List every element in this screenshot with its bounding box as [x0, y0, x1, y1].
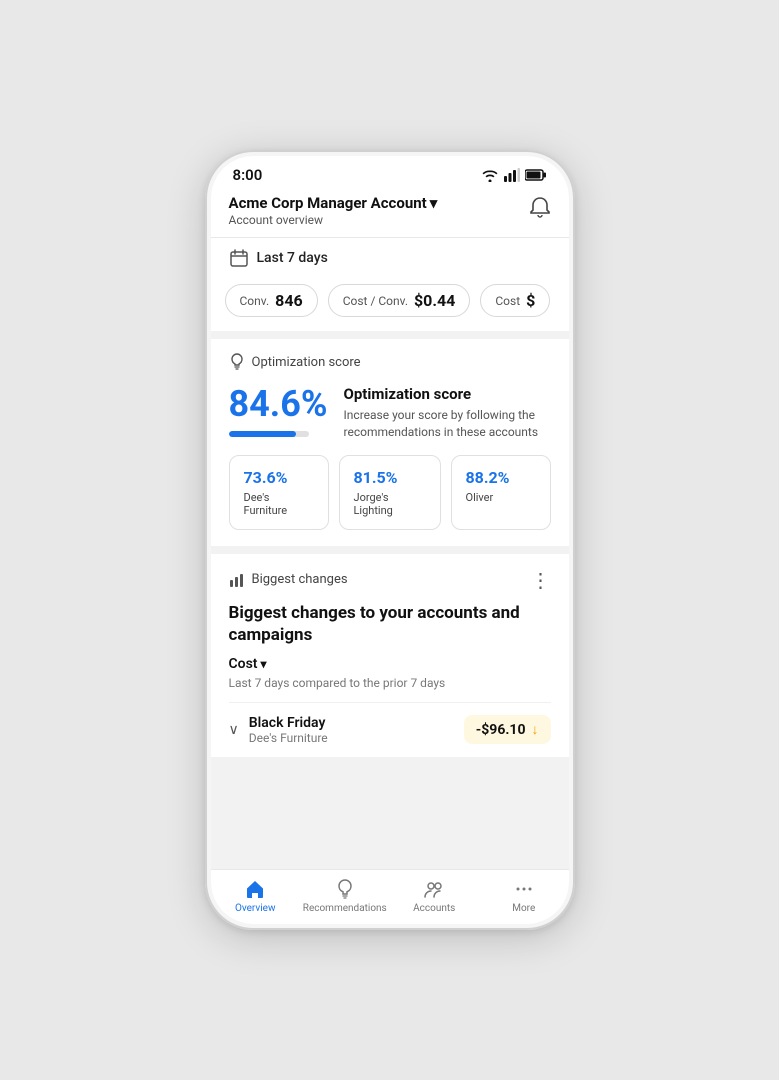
sub-account-card-1[interactable]: 81.5% Jorge's Lighting — [339, 455, 441, 530]
metric-label-cost: Cost — [495, 294, 520, 308]
phone-frame: 8:00 — [205, 150, 575, 930]
main-scroll-content[interactable]: Last 7 days Conv. 846 Cost / Conv. $0.44… — [211, 238, 569, 869]
campaign-name-0: Black Friday — [249, 715, 328, 731]
metric-value-cost: $ — [526, 291, 535, 310]
opt-right-content: Optimization score Increase your score b… — [344, 385, 551, 441]
changes-header-left: Biggest changes — [229, 572, 348, 588]
signal-icon — [504, 168, 520, 182]
app-header: Acme Corp Manager Account ▾ Account over… — [211, 188, 569, 237]
account-name-text: Acme Corp Manager Account — [229, 194, 427, 212]
status-bar: 8:00 — [211, 156, 569, 188]
home-icon — [244, 878, 266, 900]
campaign-row-0[interactable]: ∨ Black Friday Dee's Furniture -$96.10 ↓ — [229, 702, 551, 757]
lightbulb-icon — [229, 353, 245, 371]
opt-section-header: Optimization score — [229, 353, 551, 371]
metric-chip-cost[interactable]: Cost $ — [480, 284, 550, 317]
bottom-nav: Overview Recommendations Accounts — [211, 869, 569, 924]
opt-score-big: 84.6% — [229, 385, 328, 425]
sub-name-0: Dee's Furniture — [244, 491, 314, 517]
metric-chip-cost-conv[interactable]: Cost / Conv. $0.44 — [328, 284, 471, 317]
more-icon — [513, 878, 535, 900]
metric-label-cost-conv: Cost / Conv. — [343, 294, 408, 308]
wifi-icon — [481, 168, 499, 182]
opt-progress-bar — [229, 431, 309, 437]
nav-label-overview: Overview — [235, 903, 276, 914]
sub-accounts-row: 73.6% Dee's Furniture 81.5% Jorge's Ligh… — [229, 455, 551, 530]
campaign-account-0: Dee's Furniture — [249, 731, 328, 745]
optimization-section: Optimization score 84.6% Optimization sc… — [211, 339, 569, 546]
sub-name-2: Oliver — [466, 491, 536, 504]
nav-item-overview[interactable]: Overview — [211, 878, 301, 914]
change-value-0: -$96.10 — [476, 722, 526, 738]
more-options-icon[interactable]: ⋮ — [531, 568, 551, 592]
changes-header-row: Biggest changes ⋮ — [229, 568, 551, 592]
comparison-text: Last 7 days compared to the prior 7 days — [229, 676, 551, 690]
campaign-left-0: ∨ Black Friday Dee's Furniture — [229, 715, 328, 745]
metrics-row: Conv. 846 Cost / Conv. $0.44 Cost $ — [211, 278, 569, 331]
metric-value-conv: 846 — [275, 291, 303, 310]
recommendations-icon — [334, 878, 356, 900]
notification-bell-icon[interactable] — [529, 196, 551, 225]
opt-progress-fill — [229, 431, 297, 437]
account-title[interactable]: Acme Corp Manager Account ▾ — [229, 194, 438, 212]
status-icons — [481, 168, 547, 182]
battery-icon — [525, 169, 547, 181]
cost-metric-dropdown[interactable]: Cost ▾ — [229, 656, 551, 672]
dropdown-arrow-icon: ▾ — [430, 194, 438, 212]
metric-value-cost-conv: $0.44 — [414, 291, 455, 310]
bar-chart-icon — [229, 572, 245, 588]
sub-score-1: 81.5% — [354, 468, 426, 487]
opt-title: Optimization score — [344, 385, 551, 403]
change-badge-0: -$96.10 ↓ — [464, 715, 551, 744]
nav-item-more[interactable]: More — [479, 878, 569, 914]
biggest-changes-label: Biggest changes — [252, 572, 348, 587]
sub-name-1: Jorge's Lighting — [354, 491, 426, 517]
expand-arrow-icon[interactable]: ∨ — [229, 722, 239, 738]
cost-dropdown-arrow-icon: ▾ — [260, 657, 266, 671]
nav-item-accounts[interactable]: Accounts — [390, 878, 480, 914]
sub-score-2: 88.2% — [466, 468, 536, 487]
accounts-icon — [423, 878, 445, 900]
metric-chip-conv[interactable]: Conv. 846 — [225, 284, 318, 317]
nav-label-recommendations: Recommendations — [303, 903, 387, 914]
phone-screen: 8:00 — [211, 156, 569, 924]
date-range-row[interactable]: Last 7 days — [211, 238, 569, 278]
opt-description: Increase your score by following the rec… — [344, 407, 551, 441]
sub-account-card-2[interactable]: 88.2% Oliver — [451, 455, 551, 530]
opt-section-label: Optimization score — [252, 355, 361, 370]
change-direction-icon-0: ↓ — [532, 721, 539, 738]
biggest-changes-title: Biggest changes to your accounts and cam… — [229, 602, 551, 646]
opt-main-content: 84.6% Optimization score Increase your s… — [229, 385, 551, 441]
nav-label-accounts: Accounts — [413, 903, 455, 914]
metric-label-conv: Conv. — [240, 294, 270, 308]
status-time: 8:00 — [233, 166, 263, 184]
date-range-label: Last 7 days — [257, 250, 328, 266]
sub-account-card-0[interactable]: 73.6% Dee's Furniture — [229, 455, 329, 530]
cost-metric-label: Cost — [229, 656, 258, 672]
nav-label-more: More — [512, 903, 535, 914]
calendar-icon — [229, 248, 249, 268]
nav-item-recommendations[interactable]: Recommendations — [300, 878, 390, 914]
account-subtitle: Account overview — [229, 213, 438, 227]
biggest-changes-section: Biggest changes ⋮ Biggest changes to you… — [211, 554, 569, 757]
sub-score-0: 73.6% — [244, 468, 314, 487]
